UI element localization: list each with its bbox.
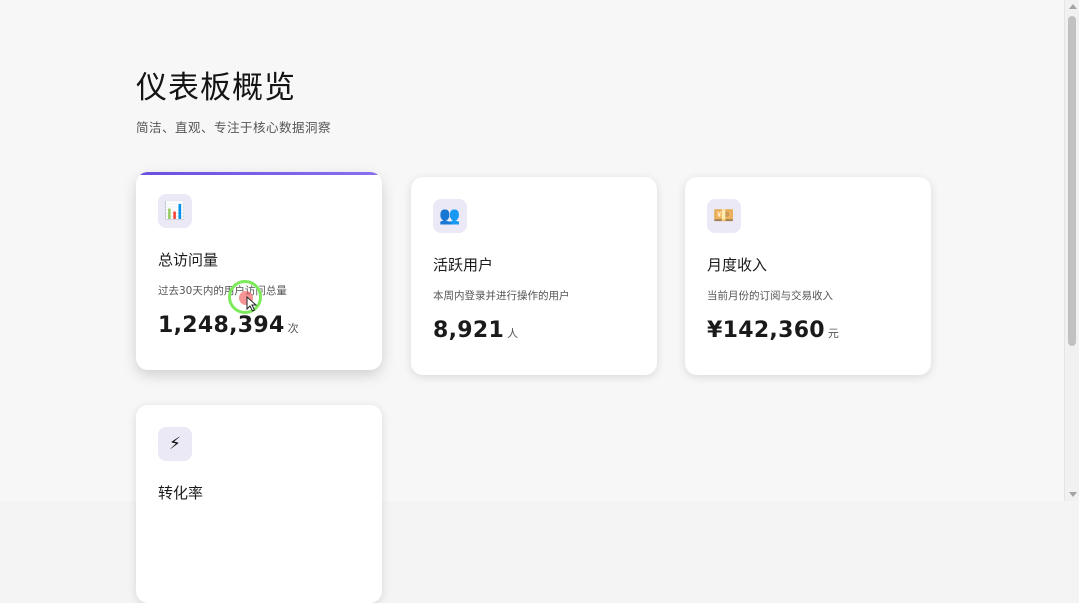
stat-card-active-users[interactable]: 👥 活跃用户 本周内登录并进行操作的用户 8,921 人 [411,177,657,375]
lightning-icon: ⚡ [158,427,192,461]
card-accent-bar [136,172,382,175]
card-description: 当前月份的订阅与交易收入 [707,290,833,302]
card-unit: 人 [507,327,519,340]
page-subtitle: 简洁、直观、专注于核心数据洞察 [136,120,332,135]
card-label: 月度收入 [707,256,768,274]
scrollbar-thumb[interactable] [1068,16,1076,346]
card-value: 8,921 [433,318,505,343]
scroll-up-icon[interactable] [1069,4,1077,9]
card-value-row: ¥142,360 元 [707,318,839,343]
card-description: 过去30天内的用户访问总量 [158,285,287,297]
page-title: 仪表板概览 [136,70,296,106]
card-unit: 元 [827,327,840,340]
vertical-scrollbar[interactable] [1064,0,1079,501]
card-value-row: 8,921 人 [433,318,518,343]
card-label: 总访问量 [158,251,219,269]
card-value: ¥142,360 [707,318,825,343]
stat-card-monthly-revenue[interactable]: 💴 月度收入 当前月份的订阅与交易收入 ¥142,360 元 [685,177,931,375]
users-icon: 👥 [433,199,467,233]
bar-chart-icon: 📊 [158,194,192,228]
dashboard-page: 仪表板概览 简洁、直观、专注于核心数据洞察 📊 总访问量 过去30天内的用户访问… [0,0,1064,603]
scroll-down-icon[interactable] [1069,492,1077,497]
money-icon: 💴 [707,199,741,233]
card-label: 活跃用户 [433,256,494,274]
stat-card-conversion-rate[interactable]: ⚡ 转化率 [136,405,382,603]
card-value: 1,248,394 [158,313,285,338]
card-description: 本周内登录并进行操作的用户 [433,290,570,302]
card-label: 转化率 [158,484,204,502]
stat-card-visits[interactable]: 📊 总访问量 过去30天内的用户访问总量 1,248,394 次 [136,172,382,370]
card-value-row: 1,248,394 次 [158,313,299,338]
card-unit: 次 [287,322,299,335]
